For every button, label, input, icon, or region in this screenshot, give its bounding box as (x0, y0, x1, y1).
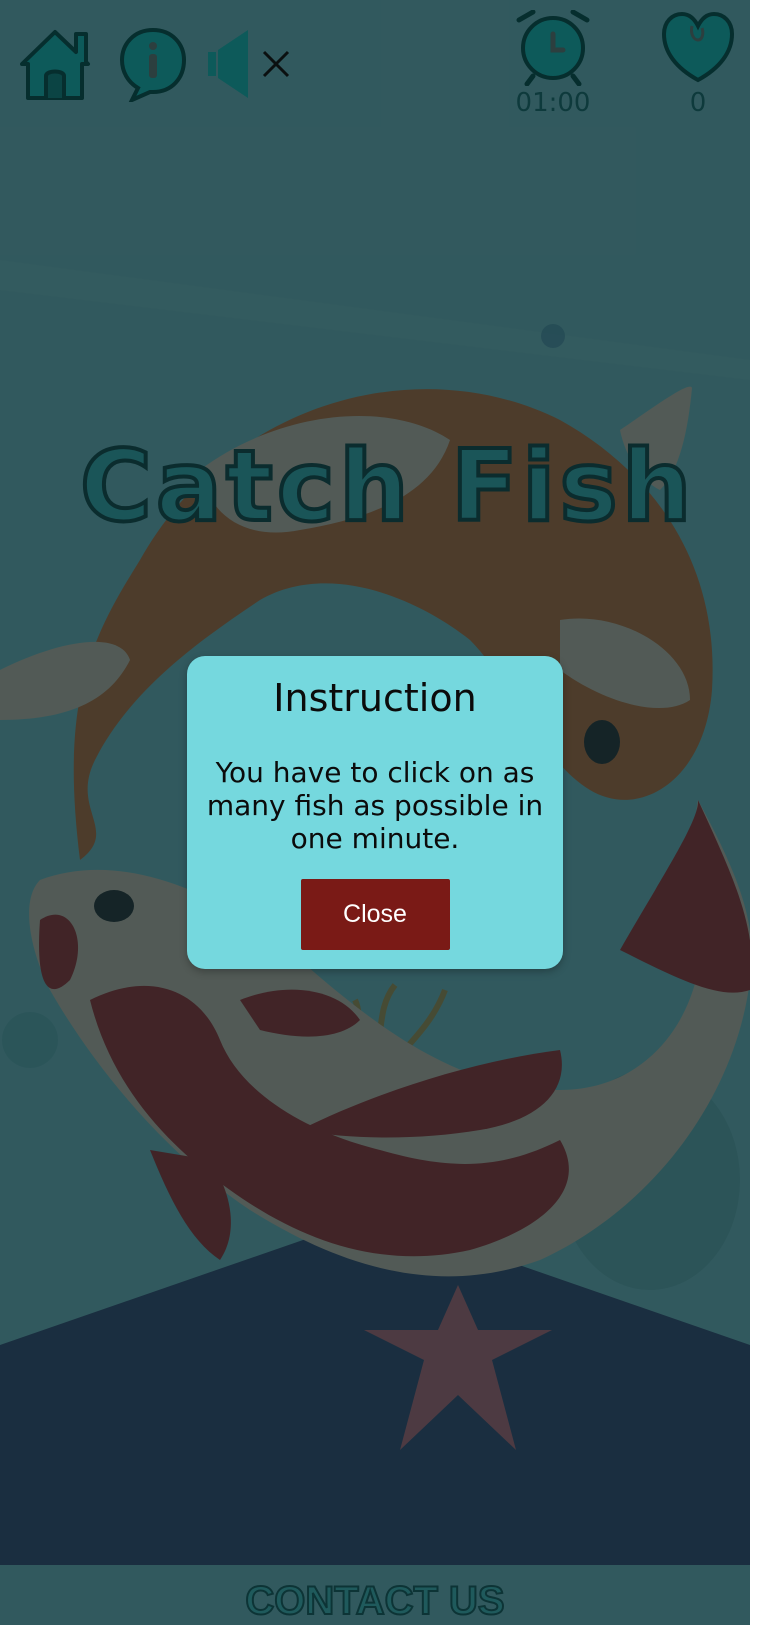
footer: CONTACT US (0, 1565, 750, 1625)
alarm-clock-icon (516, 10, 590, 86)
game-title: Catch Fish (78, 430, 696, 544)
score: 0 (656, 10, 740, 120)
score-value: 0 (689, 88, 707, 118)
timer-value: 01:00 (515, 88, 591, 118)
timer: 01:00 (508, 10, 598, 120)
info-icon[interactable] (118, 26, 188, 102)
contact-us-link[interactable]: CONTACT US (0, 1578, 750, 1624)
instruction-modal: Instruction You have to click on as many… (187, 656, 563, 969)
sound-muted-icon[interactable] (208, 30, 294, 98)
modal-title: Instruction (273, 676, 477, 720)
heart-icon (661, 11, 735, 83)
close-button[interactable]: Close (300, 879, 450, 950)
modal-instruction-text: You have to click on as many fish as pos… (206, 756, 544, 855)
home-icon[interactable] (18, 26, 92, 102)
